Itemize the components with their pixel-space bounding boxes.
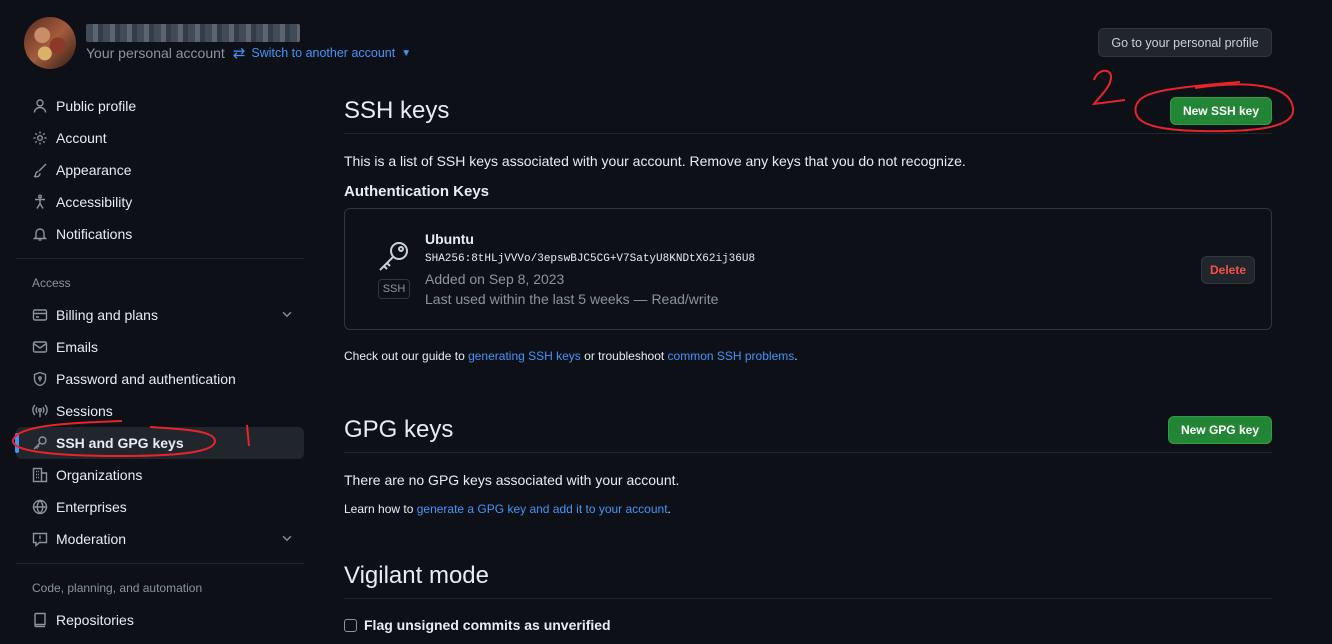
sidebar-item-label: Emails bbox=[56, 339, 99, 355]
sidebar-item-enterprises[interactable]: Enterprises bbox=[16, 491, 304, 523]
sidebar-item-label: Appearance bbox=[56, 162, 132, 178]
globe-icon bbox=[32, 499, 48, 515]
person-icon bbox=[32, 98, 48, 114]
sidebar-item-label: Password and authentication bbox=[56, 371, 236, 387]
sidebar-item-label: Account bbox=[56, 130, 107, 146]
flag-unsigned-commits-row[interactable]: Flag unsigned commits as unverified bbox=[344, 617, 1272, 633]
sidebar-item-ssh-gpg-keys[interactable]: SSH and GPG keys bbox=[15, 427, 304, 459]
guide-text-prefix: Check out our guide to bbox=[344, 349, 469, 363]
sidebar-item-label: Repositories bbox=[56, 612, 134, 628]
ssh-description: This is a list of SSH keys associated wi… bbox=[344, 153, 966, 169]
key-fingerprint: SHA256:8tHLjVVVo/3epswBJC5CG+V7SatyU8KND… bbox=[425, 253, 756, 265]
report-icon bbox=[32, 531, 48, 547]
shield-lock-icon bbox=[32, 371, 48, 387]
sidebar-item-label: Notifications bbox=[56, 226, 133, 242]
sidebar-item-appearance[interactable]: Appearance bbox=[16, 154, 304, 186]
key-icon bbox=[376, 239, 412, 275]
sidebar-item-label: Sessions bbox=[56, 403, 113, 419]
settings-sidebar: Public profile Account Appearance Access… bbox=[15, 90, 304, 636]
sidebar-item-label: SSH and GPG keys bbox=[56, 435, 184, 451]
key-last-used: Last used within the last 5 weeks — Read… bbox=[425, 291, 719, 307]
vigilant-section-header: Vigilant mode bbox=[344, 553, 1272, 599]
personal-account-label: Your personal account bbox=[86, 45, 225, 61]
sidebar-item-notifications[interactable]: Notifications bbox=[16, 218, 304, 250]
learn-text-suffix: . bbox=[667, 502, 671, 516]
gpg-section-header: GPG keys New GPG key bbox=[344, 407, 1272, 453]
common-ssh-problems-link[interactable]: common SSH problems bbox=[668, 349, 795, 363]
ssh-badge: SSH bbox=[378, 279, 410, 299]
chevron-down-icon[interactable] bbox=[280, 307, 294, 324]
gpg-keys-title: GPG keys bbox=[344, 415, 454, 443]
sidebar-divider bbox=[16, 258, 304, 259]
repo-icon bbox=[32, 612, 48, 628]
avatar[interactable] bbox=[24, 17, 76, 69]
credit-card-icon bbox=[32, 307, 48, 323]
sidebar-item-label: Accessibility bbox=[56, 194, 133, 210]
chevron-down-icon[interactable] bbox=[280, 531, 294, 548]
key-title: Ubuntu bbox=[425, 231, 474, 247]
sidebar-item-password[interactable]: Password and authentication bbox=[16, 363, 304, 395]
flag-unsigned-commits-checkbox[interactable] bbox=[344, 618, 357, 632]
sidebar-item-label: Moderation bbox=[56, 531, 127, 547]
paintbrush-icon bbox=[32, 162, 48, 178]
sidebar-item-repositories[interactable]: Repositories bbox=[16, 604, 304, 636]
sidebar-item-label: Organizations bbox=[56, 467, 143, 483]
account-name-blurred bbox=[86, 24, 300, 42]
key-icon bbox=[32, 435, 48, 451]
gpg-learn-text: Learn how to generate a GPG key and add … bbox=[344, 502, 1272, 516]
ssh-guide-text: Check out our guide to generating SSH ke… bbox=[344, 349, 1272, 363]
go-to-profile-button[interactable]: Go to your personal profile bbox=[1098, 28, 1272, 57]
sidebar-item-label: Public profile bbox=[56, 98, 137, 114]
no-gpg-keys-text: There are no GPG keys associated with yo… bbox=[344, 472, 680, 488]
guide-text-middle: or troubleshoot bbox=[580, 349, 668, 363]
guide-text-suffix: . bbox=[794, 349, 798, 363]
new-ssh-key-button[interactable]: New SSH key bbox=[1169, 96, 1272, 125]
caret-down-icon[interactable]: ▼ bbox=[401, 48, 411, 59]
sidebar-item-account[interactable]: Account bbox=[16, 122, 304, 154]
delete-key-button[interactable]: Delete bbox=[1201, 256, 1255, 284]
settings-page: Your personal account ⇄ Switch to anothe… bbox=[0, 0, 1332, 644]
sidebar-item-emails[interactable]: Emails bbox=[16, 331, 304, 363]
sidebar-item-organizations[interactable]: Organizations bbox=[16, 459, 304, 491]
sidebar-divider bbox=[16, 563, 304, 564]
switch-account-link[interactable]: Switch to another account bbox=[251, 46, 395, 60]
main-content: SSH keys New SSH key This is a list of S… bbox=[344, 88, 1272, 633]
generate-gpg-key-link[interactable]: generate a GPG key and add it to your ac… bbox=[417, 502, 668, 516]
sidebar-item-sessions[interactable]: Sessions bbox=[16, 395, 304, 427]
learn-text-prefix: Learn how to bbox=[344, 502, 417, 516]
sidebar-item-billing[interactable]: Billing and plans bbox=[16, 299, 304, 331]
ssh-section-header: SSH keys New SSH key bbox=[344, 88, 1272, 134]
sidebar-item-public-profile[interactable]: Public profile bbox=[16, 90, 304, 122]
flag-unsigned-commits-label: Flag unsigned commits as unverified bbox=[364, 617, 611, 633]
bell-icon bbox=[32, 226, 48, 242]
generating-ssh-keys-link[interactable]: generating SSH keys bbox=[468, 349, 581, 363]
vigilant-mode-title: Vigilant mode bbox=[344, 561, 489, 589]
ssh-key-item: SSH Ubuntu SHA256:8tHLjVVVo/3epswBJC5CG+… bbox=[344, 208, 1272, 330]
broadcast-icon bbox=[32, 403, 48, 419]
sidebar-heading-code: Code, planning, and automation bbox=[32, 581, 203, 595]
accessibility-icon bbox=[32, 194, 48, 210]
authentication-keys-heading: Authentication Keys bbox=[344, 183, 490, 200]
gear-icon bbox=[32, 130, 48, 146]
sidebar-item-moderation[interactable]: Moderation bbox=[16, 523, 304, 555]
organization-icon bbox=[32, 467, 48, 483]
account-header: Your personal account ⇄ Switch to anothe… bbox=[24, 16, 411, 70]
sidebar-item-accessibility[interactable]: Accessibility bbox=[16, 186, 304, 218]
key-added-date: Added on Sep 8, 2023 bbox=[425, 271, 565, 287]
sidebar-item-label: Billing and plans bbox=[56, 307, 158, 323]
ssh-keys-title: SSH keys bbox=[344, 96, 450, 124]
sidebar-heading-access: Access bbox=[32, 276, 71, 290]
arrow-switch-icon: ⇄ bbox=[232, 45, 246, 62]
new-gpg-key-button[interactable]: New GPG key bbox=[1167, 415, 1272, 444]
sidebar-item-label: Enterprises bbox=[56, 499, 127, 515]
mail-icon bbox=[32, 339, 48, 355]
